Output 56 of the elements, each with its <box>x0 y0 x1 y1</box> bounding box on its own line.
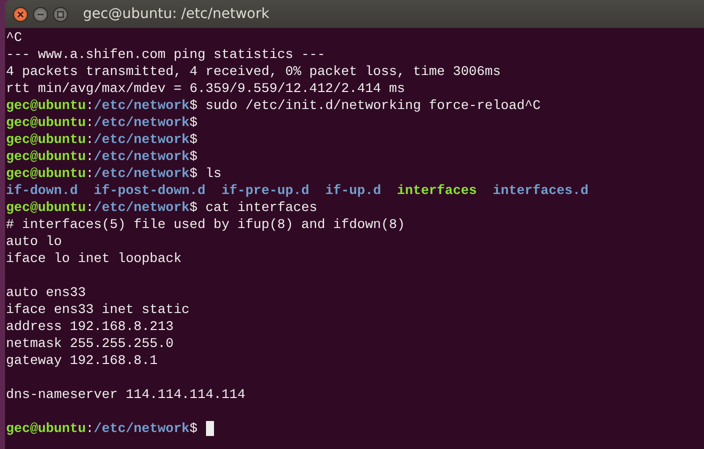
prompt-user: gec@ubuntu <box>6 131 86 148</box>
prompt-path: /etc/network <box>94 114 190 131</box>
prompt-separator: : <box>86 199 94 216</box>
prompt-user: gec@ubuntu <box>6 165 86 182</box>
terminal-line: iface lo inet loopback <box>6 250 182 267</box>
command-text: ls <box>206 165 222 182</box>
terminal-line: iface ens33 inet static <box>6 301 190 318</box>
directory-name: interfaces.d <box>492 182 589 199</box>
prompt-separator: : <box>86 97 94 114</box>
terminal-line: dns-nameserver 114.114.114.114 <box>6 386 246 403</box>
prompt-symbol: $ <box>190 148 198 165</box>
close-button[interactable] <box>13 6 28 22</box>
prompt-separator: : <box>86 165 94 182</box>
prompt-user: gec@ubuntu <box>6 420 86 437</box>
maximize-icon <box>57 10 64 18</box>
prompt-symbol: $ <box>190 97 198 114</box>
prompt-path: /etc/network <box>94 148 190 165</box>
terminal-line: address 192.168.8.213 <box>6 318 174 335</box>
close-icon <box>17 10 24 18</box>
command-text: cat interfaces <box>206 199 318 216</box>
prompt-separator: : <box>86 420 94 437</box>
minimize-button[interactable] <box>33 6 48 22</box>
prompt-separator: : <box>86 131 94 148</box>
window-title: gec@ubuntu: /etc/network <box>83 4 270 24</box>
prompt-user: gec@ubuntu <box>6 199 86 216</box>
terminal-line: ^C <box>6 29 22 46</box>
prompt-symbol: $ <box>190 199 198 216</box>
terminal-line: rtt min/avg/max/mdev = 6.359/9.559/12.412/2.414 ms <box>6 80 405 97</box>
prompt-path: /etc/network <box>94 97 190 114</box>
prompt-symbol: $ <box>190 114 198 131</box>
prompt-path: /etc/network <box>94 131 190 148</box>
prompt-path: /etc/network <box>94 199 190 216</box>
directory-name: if-post-down.d <box>94 182 206 199</box>
directory-name: if-down.d <box>6 182 78 199</box>
file-name: interfaces <box>397 182 477 199</box>
prompt-separator: : <box>86 148 94 165</box>
terminal-line: auto lo <box>6 233 62 250</box>
directory-name: if-up.d <box>325 182 382 199</box>
prompt-user: gec@ubuntu <box>6 148 86 165</box>
terminal-line: netmask 255.255.255.0 <box>6 335 174 352</box>
prompt-symbol: $ <box>190 420 198 437</box>
directory-name: if-pre-up.d <box>221 182 310 199</box>
terminal-line: gateway 192.168.8.1 <box>6 352 158 369</box>
prompt-separator: : <box>86 114 94 131</box>
maximize-button[interactable] <box>53 6 68 22</box>
prompt-symbol: $ <box>190 131 198 148</box>
terminal-line: 4 packets transmitted, 4 received, 0% packet loss, time 3006ms <box>6 63 501 80</box>
prompt-path: /etc/network <box>94 420 190 437</box>
prompt-symbol: $ <box>190 165 198 182</box>
terminal-line: # interfaces(5) file used by ifup(8) and ifdown(8) <box>6 216 405 233</box>
terminal-line: --- www.a.shifen.com ping statistics --- <box>6 46 326 63</box>
command-text: sudo /etc/init.d/networking force-reload^C <box>206 97 541 114</box>
prompt-user: gec@ubuntu <box>6 97 86 114</box>
prompt-path: /etc/network <box>94 165 190 182</box>
terminal-line: auto ens33 <box>6 284 86 301</box>
prompt-user: gec@ubuntu <box>6 114 86 131</box>
